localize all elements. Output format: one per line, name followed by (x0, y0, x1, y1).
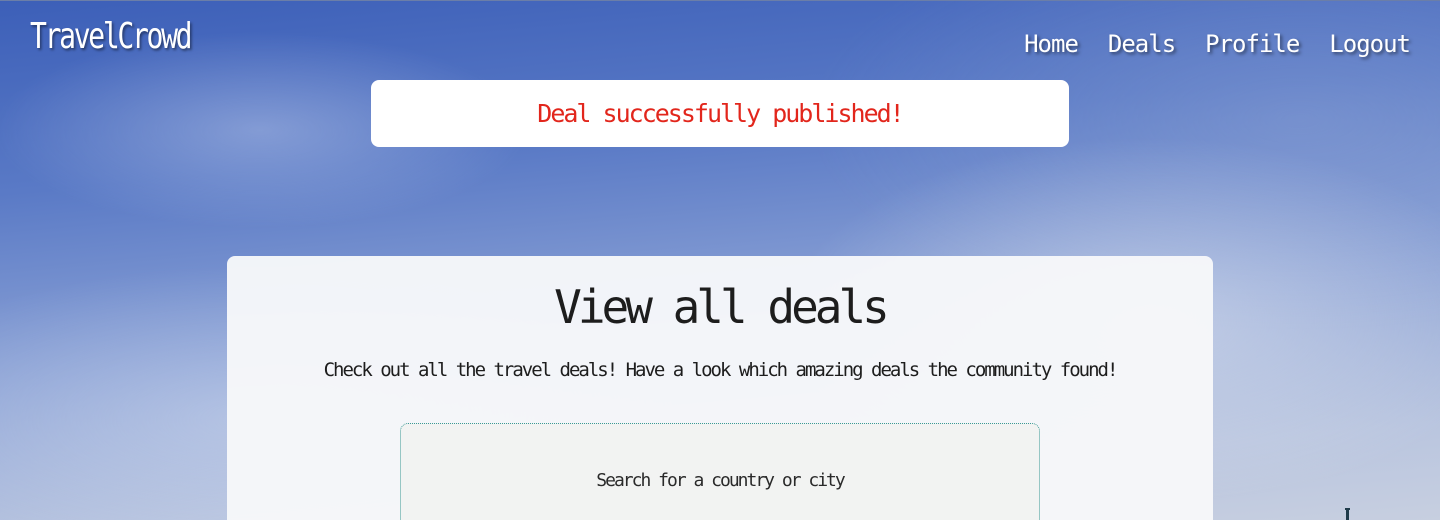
page-title: View all deals (554, 280, 890, 334)
nav-profile-link[interactable]: Profile (1205, 30, 1300, 58)
top-border (0, 0, 1440, 1)
brand-logo[interactable]: TravelCrowd (30, 16, 193, 57)
flash-message-text: Deal successfully published! (537, 99, 904, 128)
page-subtitle: Check out all the travel deals! Have a l… (323, 359, 1119, 381)
deals-card: View all deals Check out all the travel … (227, 256, 1213, 520)
nav-deals-link[interactable]: Deals (1108, 30, 1176, 58)
nav-logout-link[interactable]: Logout (1329, 30, 1411, 58)
main-nav: Home Deals Profile Logout (1024, 30, 1411, 58)
search-placeholder: Search for a country or city (596, 470, 845, 491)
flash-message-banner: Deal successfully published! (371, 80, 1069, 147)
text-cursor-icon (1345, 508, 1350, 520)
nav-home-link[interactable]: Home (1024, 30, 1079, 58)
search-input[interactable]: Search for a country or city (400, 423, 1040, 520)
